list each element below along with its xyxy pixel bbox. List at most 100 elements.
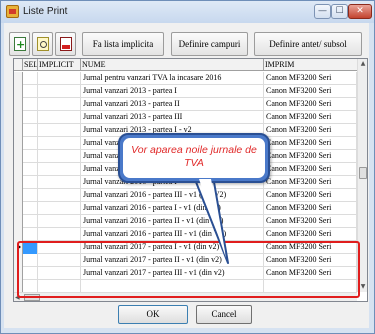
name-cell[interactable]: Jurnal vanzari 2017 - partea III - v1 (d… [81, 267, 264, 280]
sel-cell[interactable] [23, 267, 38, 280]
sel-cell[interactable] [23, 85, 38, 98]
implicit-cell[interactable] [38, 254, 81, 267]
printer-cell[interactable]: Canon MF3200 Seri [264, 176, 357, 189]
sel-cell[interactable] [23, 163, 38, 176]
name-cell[interactable]: Jurnal vanzari 2013 - partea II [81, 98, 264, 111]
row-indicator [14, 254, 23, 267]
close-button[interactable]: ✕ [348, 4, 372, 19]
horizontal-scroll-thumb[interactable] [24, 294, 40, 301]
table-row[interactable]: Jurnal vanzari 2017 - partea I - v1 (din… [14, 241, 357, 254]
printer-cell[interactable]: Canon MF3200 Seri [264, 124, 357, 137]
implicit-cell[interactable] [38, 137, 81, 150]
title-bar[interactable]: Liste Print — ☐ ✕ [1, 1, 374, 23]
name-cell[interactable]: Jurnal vanzari 2016 - partea II - v1 (di… [81, 215, 264, 228]
implicit-cell[interactable] [38, 202, 81, 215]
printer-cell[interactable]: Canon MF3200 Seri [264, 228, 357, 241]
printer-cell[interactable]: Canon MF3200 Seri [264, 254, 357, 267]
sel-cell[interactable] [23, 98, 38, 111]
row-indicator [14, 215, 23, 228]
implicit-cell[interactable] [38, 163, 81, 176]
implicit-cell[interactable] [38, 98, 81, 111]
printer-cell[interactable]: Canon MF3200 Seri [264, 189, 357, 202]
scroll-up-icon[interactable]: ▲ [358, 59, 367, 69]
define-header-footer-button[interactable]: Definire antet/ subsol [254, 32, 362, 56]
sel-cell[interactable] [23, 254, 38, 267]
implicit-cell[interactable] [38, 267, 81, 280]
table-row[interactable]: Jurnal vanzari 2017 - partea III - v1 (d… [14, 267, 357, 280]
delete-button[interactable] [55, 32, 76, 56]
table-row[interactable]: Jurnal vanzari 2013 - partea II Canon MF3… [14, 98, 357, 111]
implicit-cell[interactable] [38, 124, 81, 137]
name-cell[interactable]: Jurnal pentru vanzari TVA la incasare 20… [81, 72, 264, 85]
sel-cell[interactable] [23, 241, 38, 254]
column-header-printer[interactable]: IMPRIM [264, 59, 357, 71]
printer-cell[interactable]: Canon MF3200 Seri [264, 98, 357, 111]
horizontal-scrollbar[interactable]: ◀ [14, 292, 357, 301]
implicit-cell[interactable] [38, 215, 81, 228]
name-cell[interactable]: Jurnal vanzari 2017 - partea II - v1 (di… [81, 254, 264, 267]
table-row[interactable]: Jurnal vanzari 2016 - partea I - v1 (din… [14, 202, 357, 215]
sel-cell[interactable] [23, 228, 38, 241]
row-indicator [14, 111, 23, 124]
scroll-down-icon[interactable]: ▼ [358, 282, 367, 292]
printer-cell[interactable]: Canon MF3200 Seri [264, 202, 357, 215]
delete-icon [60, 37, 72, 51]
printer-cell[interactable]: Canon MF3200 Seri [264, 241, 357, 254]
sel-cell[interactable] [23, 150, 38, 163]
column-header-sel[interactable]: SEL [23, 59, 38, 71]
table-row[interactable]: Jurnal vanzari 2016 - partea II - v1 (di… [14, 215, 357, 228]
printer-cell[interactable]: Canon MF3200 Seri [264, 150, 357, 163]
sel-cell[interactable] [23, 202, 38, 215]
printer-cell[interactable]: Canon MF3200 Seri [264, 85, 357, 98]
table-row[interactable]: Jurnal vanzari 2017 - partea II - v1 (di… [14, 254, 357, 267]
table-row[interactable]: Jurnal pentru vanzari TVA la incasare 20… [14, 72, 357, 85]
name-cell[interactable]: Jurnal vanzari 2013 - partea III [81, 111, 264, 124]
printer-cell[interactable]: Canon MF3200 Seri [264, 111, 357, 124]
printer-cell[interactable]: Canon MF3200 Seri [264, 137, 357, 150]
define-fields-button[interactable]: Definire campuri [171, 32, 248, 56]
table-row[interactable]: Jurnal vanzari 2016 - partea III - v1 (d… [14, 189, 357, 202]
add-button[interactable] [9, 32, 30, 56]
vertical-scrollbar[interactable]: ▲ ▼ [357, 59, 367, 292]
sel-cell[interactable] [23, 137, 38, 150]
implicit-cell[interactable] [38, 176, 81, 189]
printer-cell[interactable]: Canon MF3200 Seri [264, 215, 357, 228]
sel-cell[interactable] [23, 176, 38, 189]
set-default-list-button[interactable]: Fa lista implicita [82, 32, 164, 56]
name-cell[interactable]: Jurnal vanzari 2016 - partea III - v1 (d… [81, 228, 264, 241]
sel-cell[interactable] [23, 124, 38, 137]
column-header-implicit[interactable]: IMPLICIT [38, 59, 81, 71]
scroll-left-icon[interactable]: ◀ [15, 293, 20, 301]
sel-cell[interactable] [23, 111, 38, 124]
name-cell[interactable]: Jurnal vanzari 2017 - partea I - v1 (din… [81, 241, 264, 254]
table-row[interactable]: Jurnal vanzari 2016 - partea III - v1 (d… [14, 228, 357, 241]
maximize-button[interactable]: ☐ [331, 4, 348, 19]
printer-cell[interactable]: Canon MF3200 Seri [264, 163, 357, 176]
name-cell[interactable]: Jurnal vanzari 2016 - partea I - v1 (din… [81, 202, 264, 215]
implicit-cell[interactable] [38, 189, 81, 202]
callout-text: Vor aparea noile jurnale de TVA [131, 144, 257, 169]
cancel-button[interactable]: Cancel [196, 305, 252, 324]
implicit-cell[interactable] [38, 85, 81, 98]
ok-button[interactable]: OK [118, 305, 188, 324]
sel-cell[interactable] [23, 189, 38, 202]
sel-cell[interactable] [23, 72, 38, 85]
table-row[interactable]: Jurnal vanzari 2013 - partea III Canon MF… [14, 111, 357, 124]
table-row[interactable]: Jurnal vanzari 2013 - partea I Canon MF32… [14, 85, 357, 98]
implicit-cell[interactable] [38, 228, 81, 241]
sel-cell[interactable] [23, 215, 38, 228]
scroll-thumb[interactable] [359, 167, 367, 179]
printer-cell[interactable]: Canon MF3200 Seri [264, 72, 357, 85]
minimize-button[interactable]: — [314, 4, 331, 19]
name-cell[interactable]: Jurnal vanzari 2013 - partea I [81, 85, 264, 98]
implicit-cell[interactable] [38, 72, 81, 85]
preview-button[interactable] [32, 32, 53, 56]
implicit-cell[interactable] [38, 241, 81, 254]
row-indicator [14, 228, 23, 241]
printer-cell[interactable]: Canon MF3200 Seri [264, 267, 357, 280]
column-header-name[interactable]: NUME [81, 59, 264, 71]
row-indicator [14, 267, 23, 280]
name-cell[interactable]: Jurnal vanzari 2016 - partea III - v1 (d… [81, 189, 264, 202]
implicit-cell[interactable] [38, 111, 81, 124]
implicit-cell[interactable] [38, 150, 81, 163]
